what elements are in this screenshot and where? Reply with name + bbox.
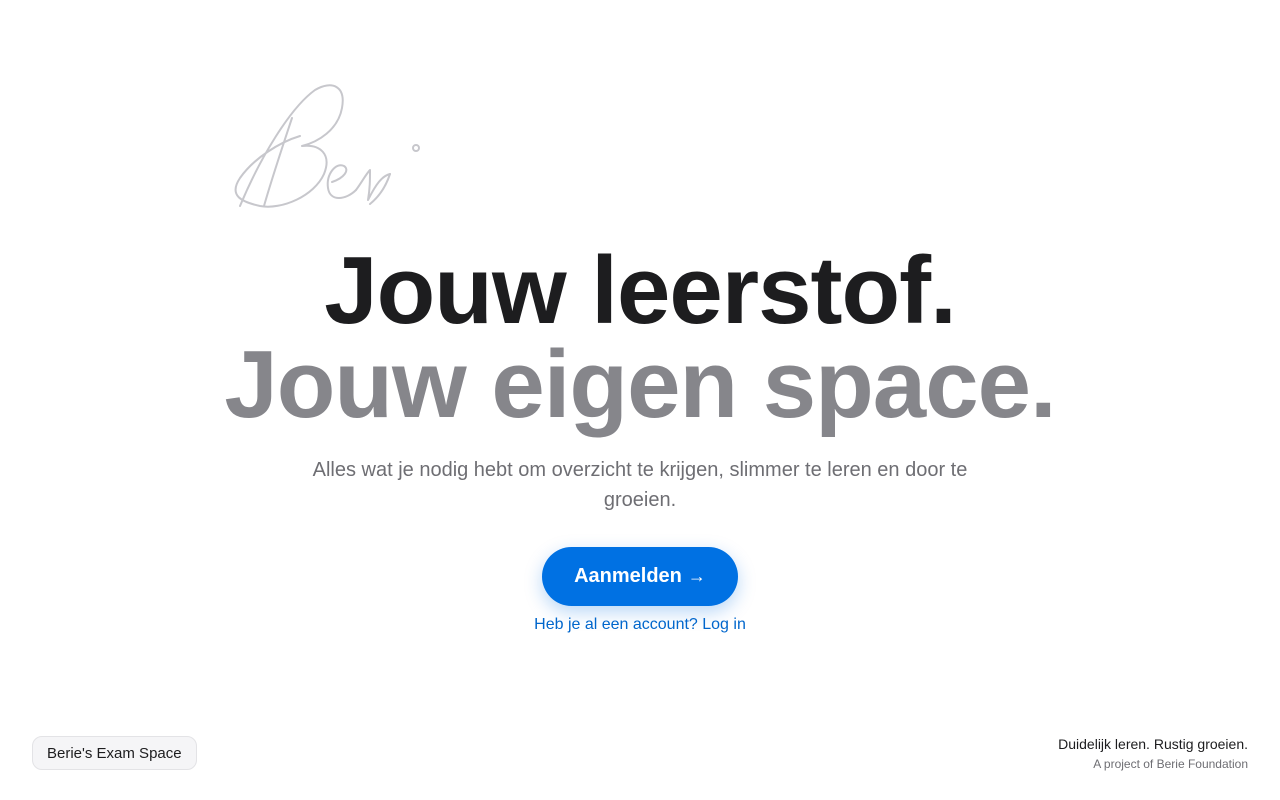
hero-headline: Jouw leerstof. Jouw eigen space. [0, 237, 1280, 438]
app-name-label: Berie's Exam Space [47, 744, 182, 762]
footer-credits: Duidelijk leren. Rustig groeien. A proje… [1058, 734, 1248, 774]
headline-line-secondary: Jouw eigen space. [224, 331, 1056, 438]
footer-project-credit: A project of Berie Foundation [1093, 757, 1248, 771]
berie-signature-logo [234, 84, 420, 208]
footer-tagline: Duidelijk leren. Rustig groeien. [1058, 736, 1248, 752]
signup-button-label: Aanmelden [574, 565, 682, 587]
app-name-badge[interactable]: Berie's Exam Space [32, 736, 197, 770]
landing-page: Jouw leerstof. Jouw eigen space. Alles w… [0, 0, 1280, 800]
headline-line-primary: Jouw leerstof. [324, 237, 956, 344]
signup-button[interactable]: Aanmelden → [542, 547, 738, 606]
login-link[interactable]: Heb je al een account? Log in [534, 616, 746, 633]
arrow-right-icon: → [687, 566, 706, 586]
login-link-container: Heb je al een account? Log in [0, 614, 1280, 636]
hero-subtitle: Alles wat je nodig hebt om overzicht te … [312, 459, 968, 511]
